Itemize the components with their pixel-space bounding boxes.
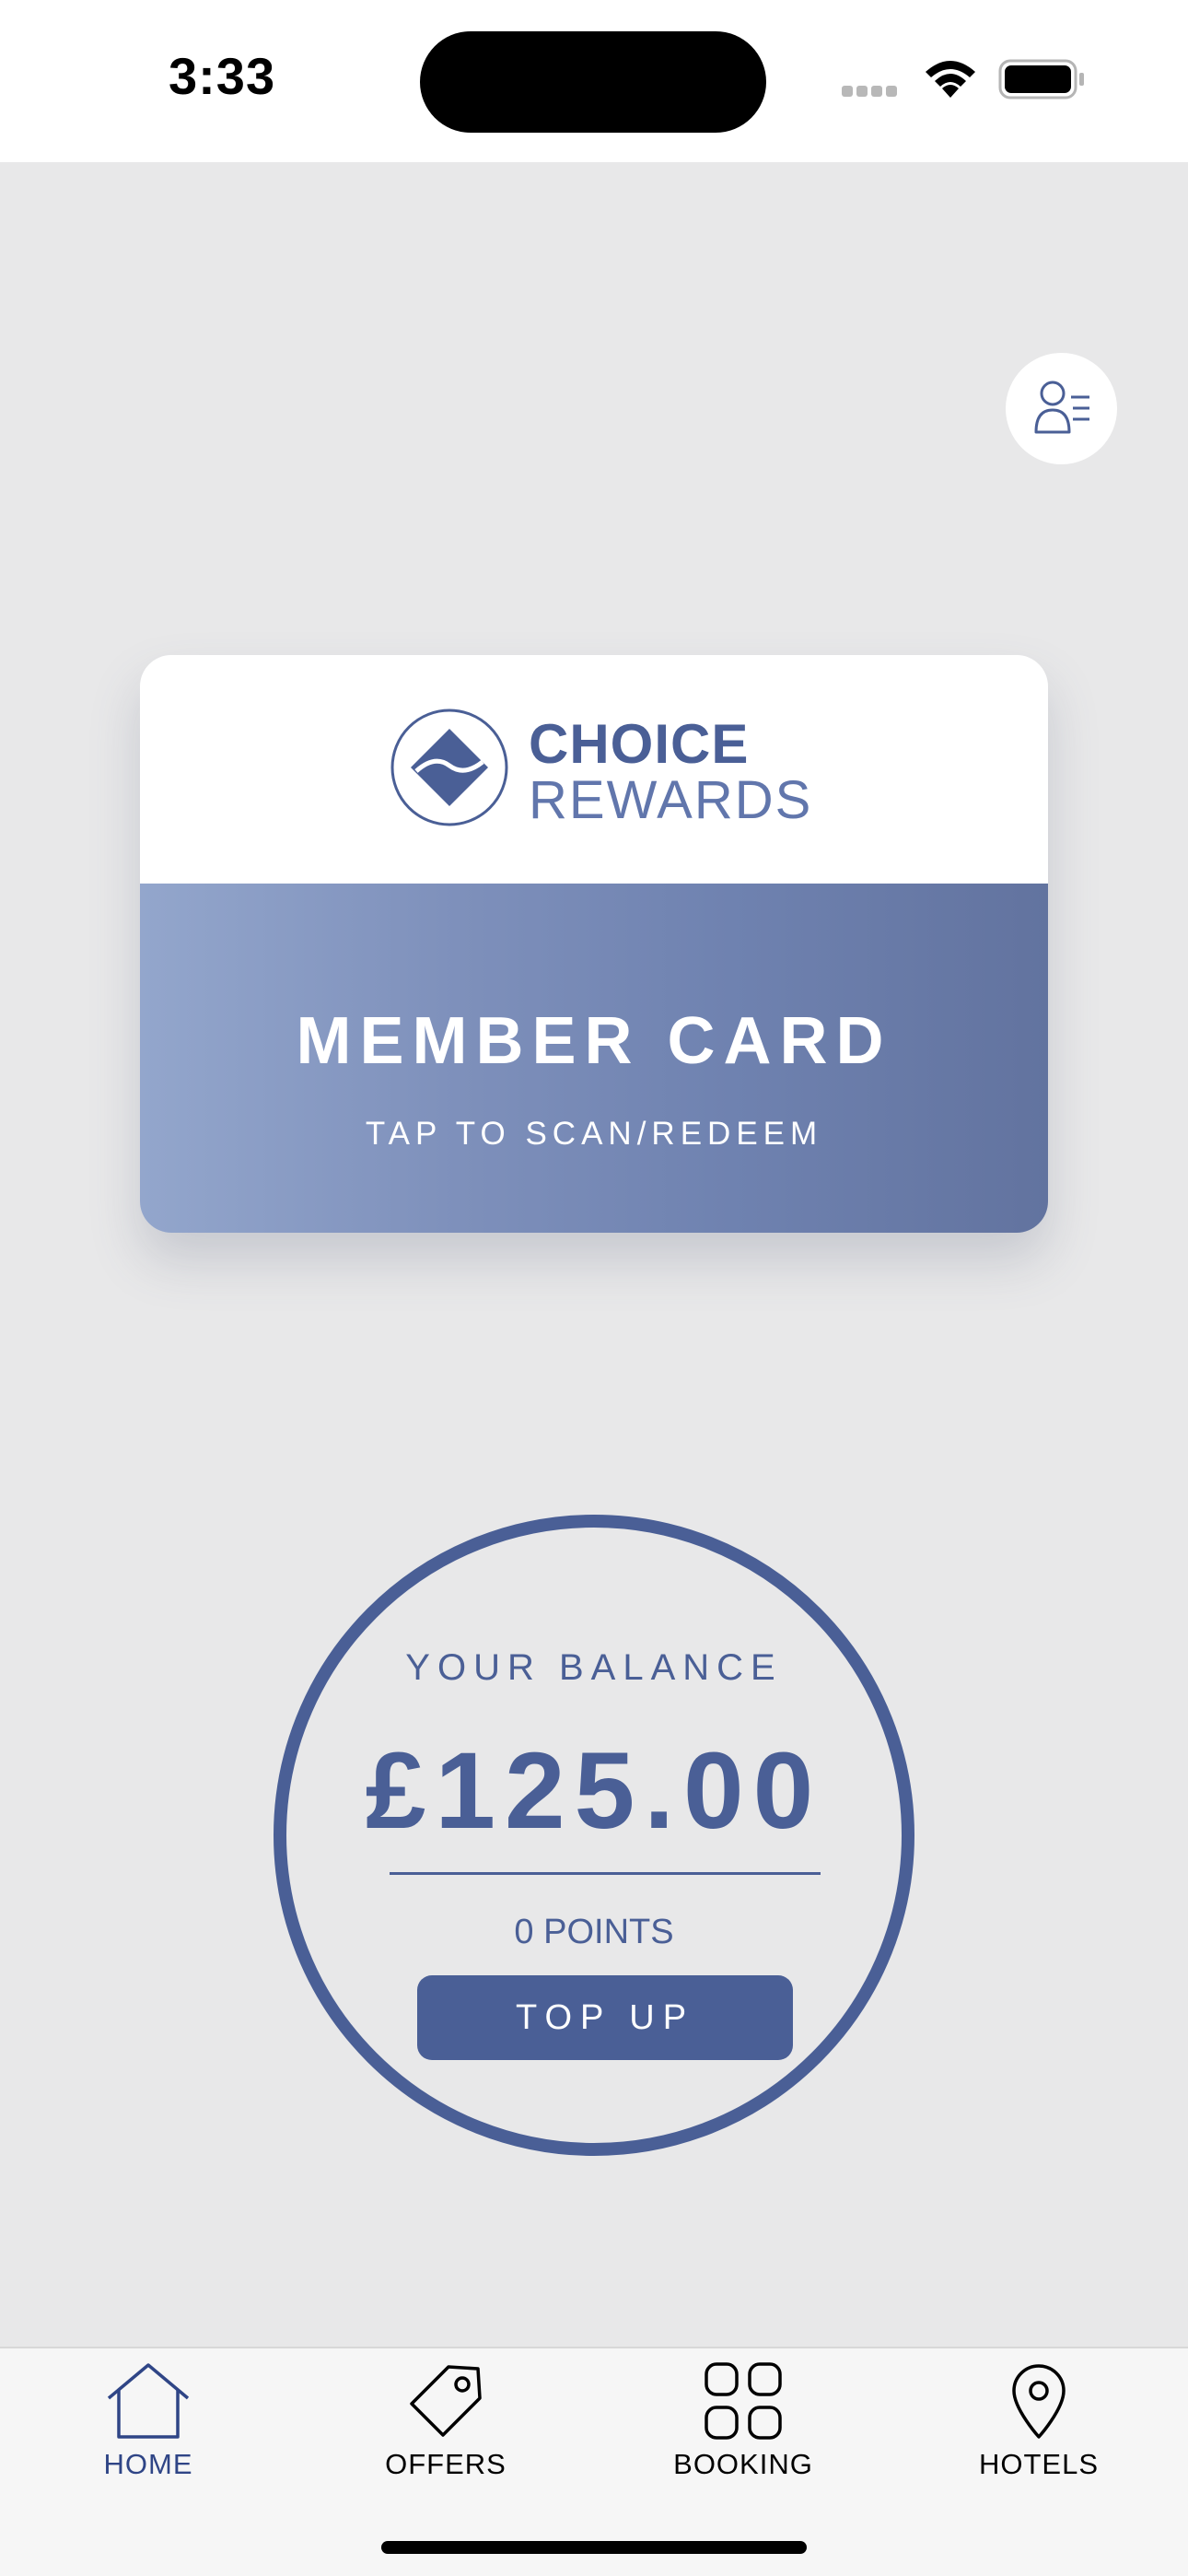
brand-name-line-2: REWARDS <box>529 770 813 830</box>
tab-home[interactable]: HOME <box>47 2361 250 2500</box>
wave-diamond-logo <box>389 707 510 833</box>
balance-divider <box>390 1872 821 1875</box>
top-up-button[interactable]: TOP UP <box>417 1975 793 2060</box>
balance-circle: YOUR BALANCE £125.00 0 POINTS TOP UP <box>274 1515 914 2156</box>
wifi-icon <box>922 57 979 104</box>
tab-booking[interactable]: BOOKING <box>642 2361 844 2500</box>
member-card[interactable]: CHOICE REWARDS MEMBER CARD TAP TO SCAN/R… <box>140 655 1048 1233</box>
balance-label: YOUR BALANCE <box>405 1647 783 1688</box>
tab-hotels[interactable]: HOTELS <box>938 2361 1140 2500</box>
brand-name-line-1: CHOICE <box>529 713 750 775</box>
points-text: 0 POINTS <box>514 1913 674 1951</box>
card-body: MEMBER CARD TAP TO SCAN/REDEEM <box>140 884 1048 1233</box>
home-icon <box>47 2361 250 2441</box>
profile-list-icon <box>1031 375 1093 442</box>
tab-home-label: HOME <box>103 2448 193 2480</box>
tag-icon <box>344 2361 547 2441</box>
home-indicator <box>381 2541 807 2554</box>
cellular-signal-icon <box>842 85 901 101</box>
tab-offers[interactable]: OFFERS <box>344 2361 547 2500</box>
card-header: CHOICE REWARDS <box>140 655 1048 884</box>
map-pin-icon <box>938 2361 1140 2441</box>
tab-hotels-label: HOTELS <box>978 2448 1100 2480</box>
profile-button[interactable] <box>1006 353 1117 464</box>
grid-icon <box>642 2361 844 2441</box>
battery-icon <box>998 59 1087 104</box>
dynamic-island <box>420 31 766 133</box>
status-bar: 3:33 <box>0 0 1188 162</box>
card-subtitle: TAP TO SCAN/REDEEM <box>365 1116 823 1152</box>
tab-booking-label: BOOKING <box>673 2448 813 2480</box>
tab-offers-label: OFFERS <box>385 2448 507 2480</box>
status-time: 3:33 <box>169 47 276 105</box>
card-title: MEMBER CARD <box>296 1004 892 1078</box>
balance-amount: £125.00 <box>365 1730 823 1852</box>
